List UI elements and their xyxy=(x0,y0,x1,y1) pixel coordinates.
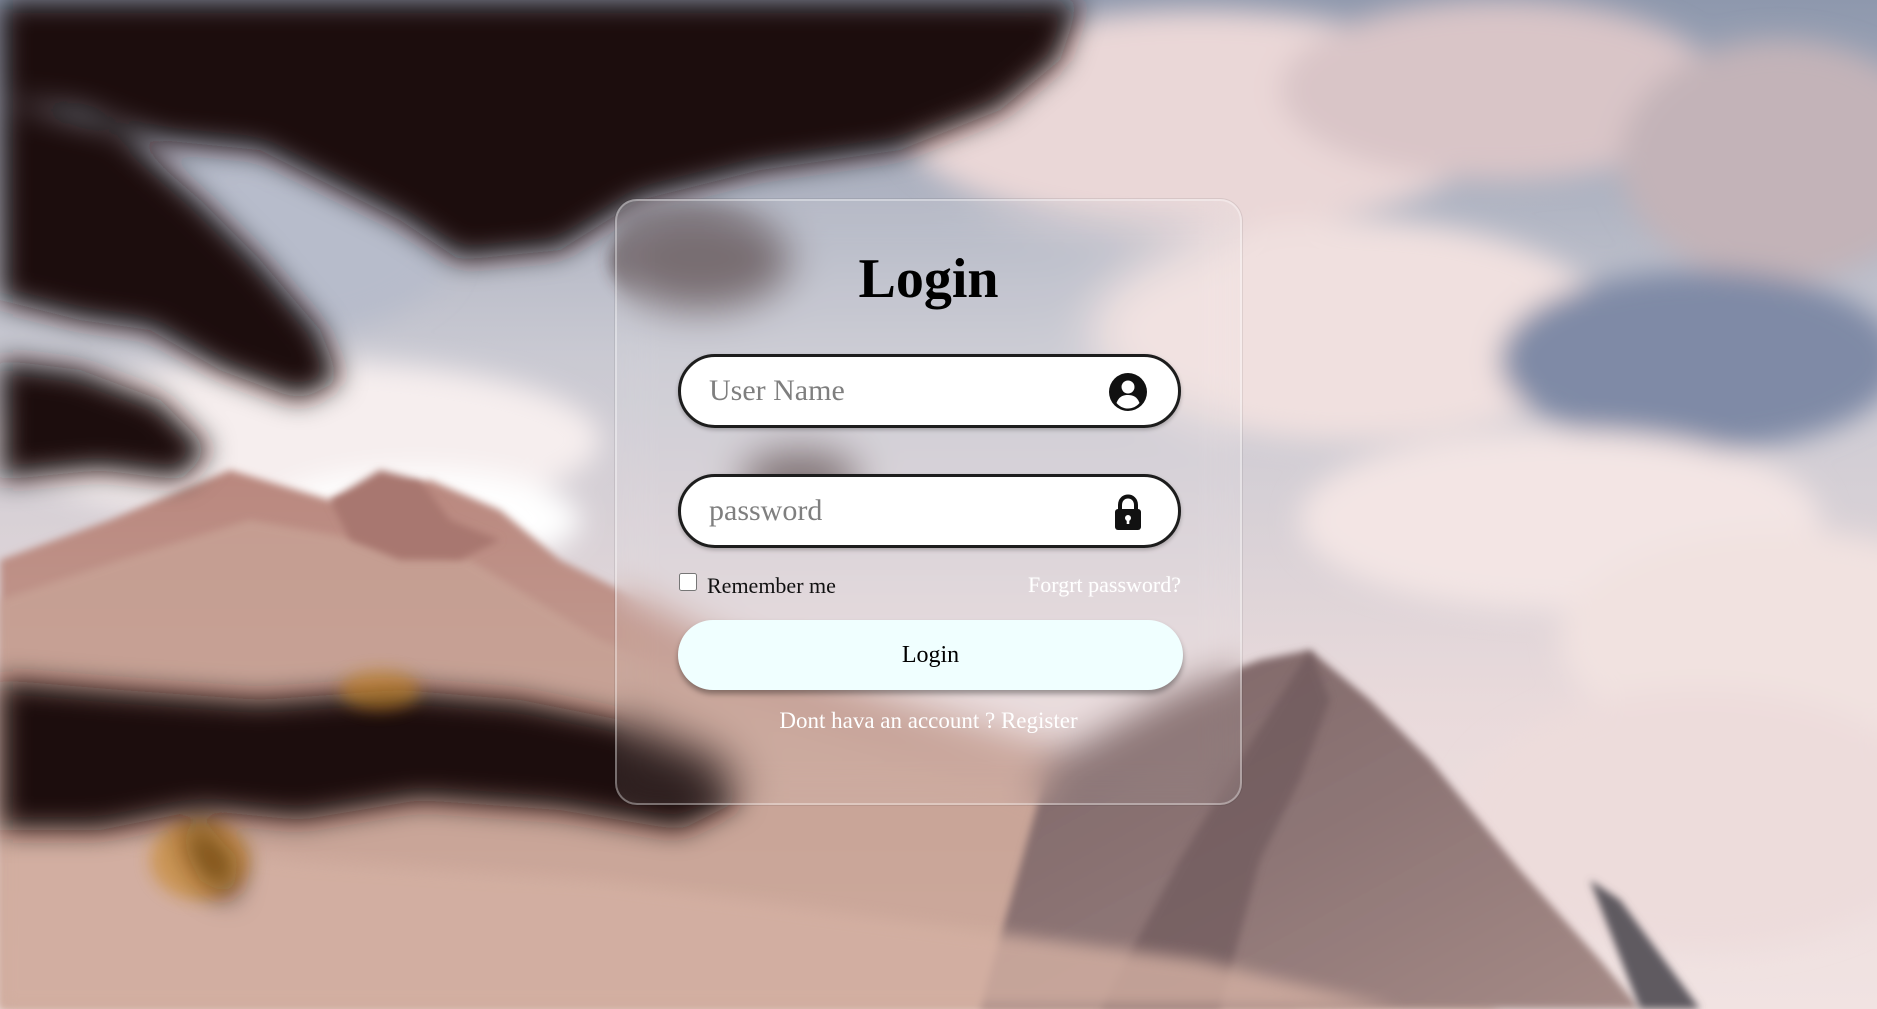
register-prompt: Dont hava an account ? Register xyxy=(617,708,1240,734)
password-field[interactable] xyxy=(678,474,1181,548)
user-circle-icon xyxy=(1109,373,1147,411)
username-field[interactable] xyxy=(678,354,1181,428)
login-title: Login xyxy=(858,248,999,310)
password-input[interactable] xyxy=(709,477,1089,545)
login-options-row: Remember me Forgrt password? xyxy=(678,570,1181,600)
register-prompt-text: Dont hava an account ? xyxy=(779,708,1001,733)
username-input[interactable] xyxy=(709,357,1089,425)
lock-icon xyxy=(1115,494,1141,530)
forgot-password-link[interactable]: Forgrt password? xyxy=(1028,572,1181,598)
login-button[interactable]: Login xyxy=(678,620,1183,690)
remember-me-label[interactable]: Remember me xyxy=(707,573,836,599)
login-card: Login Remember me Forgrt password? Login… xyxy=(615,199,1242,805)
remember-me-checkbox[interactable] xyxy=(679,573,697,591)
remember-me-group: Remember me xyxy=(678,570,836,600)
register-link[interactable]: Register xyxy=(1001,708,1078,733)
